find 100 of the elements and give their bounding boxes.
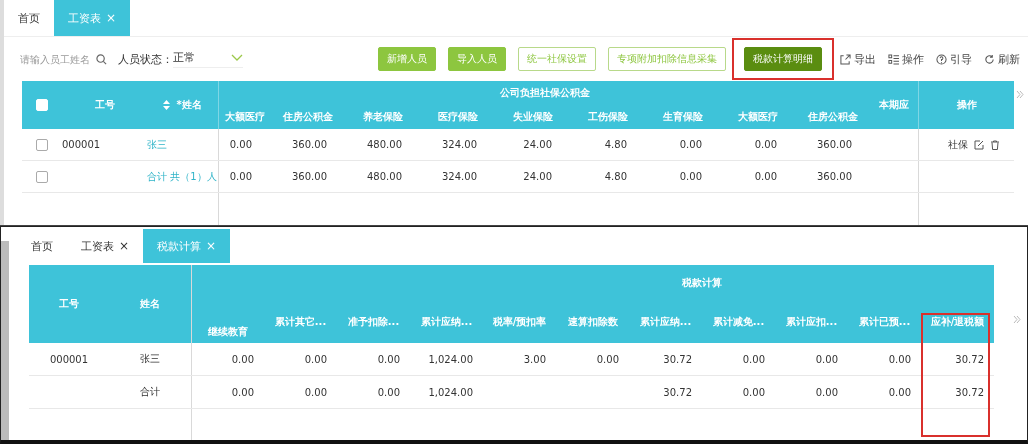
table-cell: 0.00 bbox=[754, 139, 777, 150]
table-cell: 24.00 bbox=[523, 171, 552, 182]
toolbar-button[interactable]: 统一社保设置 bbox=[518, 47, 596, 71]
table-cell: 4.80 bbox=[604, 139, 627, 150]
table-cell: 0.00 bbox=[754, 171, 777, 182]
column-header: 生育保险 bbox=[661, 110, 704, 124]
table-cell: 3.00 bbox=[523, 353, 546, 365]
table-cell: 0.00 bbox=[596, 353, 619, 365]
caret-icon bbox=[231, 53, 243, 62]
toolbar-button[interactable]: 新增人员 bbox=[378, 47, 436, 71]
checkbox[interactable] bbox=[36, 99, 48, 111]
table-cell: 0.00 bbox=[304, 353, 327, 365]
column-header: 准予扣除... bbox=[346, 315, 401, 329]
tool-button[interactable]: 操作 bbox=[888, 51, 924, 67]
edit-icon[interactable] bbox=[974, 139, 984, 150]
column-header: 速算扣除数 bbox=[566, 315, 619, 329]
table-cell: 000001 bbox=[49, 353, 89, 365]
column-header: 失业保险 bbox=[511, 110, 554, 124]
toolbar-button[interactable]: 专项附加扣除信息采集 bbox=[608, 47, 726, 71]
table-cell: 324.00 bbox=[442, 171, 477, 182]
table-cell: 360.00 bbox=[292, 171, 327, 182]
name-link[interactable]: 合计 共（1）人 bbox=[147, 169, 217, 184]
table-cell: 0.00 bbox=[815, 353, 838, 365]
table-cell: 0.00 bbox=[742, 386, 765, 398]
column-header: 工号 bbox=[93, 98, 116, 112]
column-header: 累计应纳... bbox=[638, 315, 693, 329]
status-label: 人员状态： bbox=[118, 51, 173, 67]
tool-button[interactable]: 导出 bbox=[840, 51, 876, 67]
table-cell: 0.00 bbox=[888, 353, 911, 365]
column-header: 累计其它... bbox=[273, 315, 328, 329]
table-cell: 1,024.00 bbox=[428, 353, 473, 365]
table-cell: 000001 bbox=[62, 139, 101, 150]
expand-icon[interactable] bbox=[1016, 90, 1024, 99]
table-cell: 360.00 bbox=[292, 139, 327, 150]
table-cell: 0.00 bbox=[304, 386, 327, 398]
table-cell: 0.00 bbox=[377, 386, 400, 398]
column-header: 姓名 bbox=[139, 297, 161, 311]
column-header: 大额医疗 bbox=[736, 110, 779, 124]
table-cell: 480.00 bbox=[367, 171, 402, 182]
tab[interactable]: 首页 bbox=[4, 0, 54, 36]
table-cell: 24.00 bbox=[523, 139, 552, 150]
table-cell: 0.00 bbox=[229, 171, 252, 182]
tab[interactable]: 工资表 × bbox=[67, 229, 144, 263]
row-checkbox[interactable] bbox=[36, 138, 48, 151]
search-icon bbox=[96, 53, 107, 65]
column-header: 工号 bbox=[58, 297, 80, 311]
table-cell: 0.00 bbox=[229, 139, 252, 150]
table-cell: 0.00 bbox=[231, 353, 254, 365]
export-icon bbox=[840, 53, 851, 65]
column-header: 住房公积金 bbox=[806, 110, 859, 124]
column-header: 住房公积金 bbox=[281, 110, 334, 124]
column-header[interactable]: *姓名 bbox=[147, 81, 218, 129]
column-header: 税率/预扣率 bbox=[491, 315, 548, 329]
tab[interactable]: 工资表 × bbox=[54, 0, 131, 36]
column-header: 养老保险 bbox=[361, 110, 404, 124]
table-cell: 张三 bbox=[140, 352, 160, 366]
expand-icon[interactable] bbox=[1013, 315, 1021, 324]
tool-button[interactable]: 刷新 bbox=[984, 51, 1020, 67]
row-checkbox[interactable] bbox=[36, 170, 48, 183]
table-cell: 0.00 bbox=[888, 386, 911, 398]
tab[interactable]: 首页 bbox=[17, 229, 67, 263]
name-link[interactable]: 张三 bbox=[147, 137, 167, 152]
column-header: 累计减免... bbox=[711, 315, 766, 329]
table-cell: 30.72 bbox=[955, 353, 984, 365]
column-header: 累计应纳... bbox=[419, 315, 474, 329]
sort-icon bbox=[163, 100, 171, 110]
table-cell: 0.00 bbox=[377, 353, 400, 365]
table-cell: 360.00 bbox=[817, 171, 852, 182]
delete-icon[interactable] bbox=[990, 139, 1000, 150]
table-cell: 0.00 bbox=[231, 386, 254, 398]
column-header: 医疗保险 bbox=[436, 110, 479, 124]
status-dropdown[interactable]: 正常 bbox=[173, 50, 243, 68]
list-icon bbox=[888, 53, 899, 65]
table-cell: 0.00 bbox=[815, 386, 838, 398]
column-header: 操作 bbox=[918, 81, 1014, 129]
column-header: 累计已预... bbox=[857, 315, 912, 329]
group-header: 公司负担社保公积金 bbox=[218, 81, 870, 105]
social-security-link[interactable]: 社保 bbox=[948, 137, 968, 152]
tab[interactable]: 税款计算 × bbox=[143, 229, 231, 263]
column-header: 工伤保险 bbox=[586, 110, 629, 124]
column-header: 大额医疗 bbox=[218, 105, 270, 129]
table-cell: 0.00 bbox=[742, 353, 765, 365]
table-cell: 30.72 bbox=[663, 353, 692, 365]
table-cell: 360.00 bbox=[817, 139, 852, 150]
column-header: 本期应 bbox=[878, 98, 910, 112]
table-cell: 30.72 bbox=[663, 386, 692, 398]
column-header: 继续教育 bbox=[206, 325, 249, 339]
tax-detail-button[interactable]: 税款计算明细 bbox=[744, 47, 822, 71]
table-cell: 324.00 bbox=[442, 139, 477, 150]
refresh-icon bbox=[984, 53, 995, 65]
table-cell: 0.00 bbox=[679, 171, 702, 182]
table-cell: 1,024.00 bbox=[428, 386, 473, 398]
column-header: 累计应扣... bbox=[784, 315, 839, 329]
table-cell: 0.00 bbox=[679, 139, 702, 150]
table-cell: 4.80 bbox=[604, 171, 627, 182]
table-cell: 480.00 bbox=[367, 139, 402, 150]
table-cell: 合计 bbox=[140, 385, 160, 399]
toolbar-button[interactable]: 导入人员 bbox=[448, 47, 506, 71]
group-header: 税款计算 bbox=[681, 276, 723, 290]
tool-button[interactable]: 引导 bbox=[936, 51, 972, 67]
